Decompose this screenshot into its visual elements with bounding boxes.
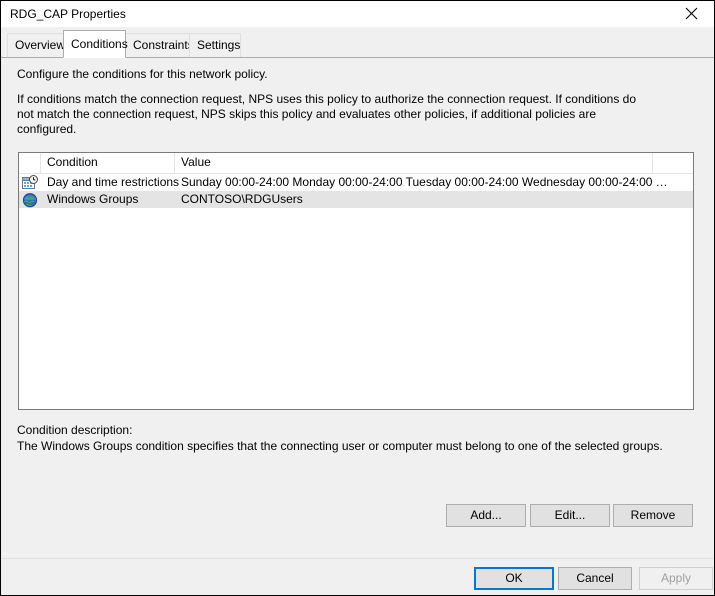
tab-overview[interactable]: Overview xyxy=(7,33,65,58)
column-header-condition[interactable]: Condition xyxy=(41,153,175,173)
intro-heading: Configure the conditions for this networ… xyxy=(17,67,268,81)
add-button[interactable]: Add... xyxy=(446,504,526,527)
edit-button[interactable]: Edit... xyxy=(530,504,610,527)
tab-strip: Overview Conditions Constraints Settings xyxy=(1,27,714,58)
properties-dialog: RDG_CAP Properties Overview Conditions C… xyxy=(0,0,715,596)
remove-button[interactable]: Remove xyxy=(613,504,693,527)
conditions-list[interactable]: Condition Value Day and time restriction… xyxy=(18,152,694,410)
list-header-row: Condition Value xyxy=(19,153,693,174)
column-header-filler[interactable] xyxy=(653,153,693,173)
window-title: RDG_CAP Properties xyxy=(10,7,126,21)
column-header-value[interactable]: Value xyxy=(175,153,653,173)
close-glyph xyxy=(685,7,698,20)
close-icon[interactable] xyxy=(669,1,714,26)
tab-constraints[interactable]: Constraints xyxy=(125,33,194,58)
calendar-clock-icon xyxy=(22,175,38,191)
conditions-tab-page: Configure the conditions for this networ… xyxy=(1,57,714,558)
row-value: Sunday 00:00-24:00 Monday 00:00-24:00 Tu… xyxy=(181,175,671,189)
list-rows: Day and time restrictions Sunday 00:00-2… xyxy=(19,174,693,208)
table-row[interactable]: Windows Groups CONTOSO\RDGUsers xyxy=(19,191,693,208)
condition-description-text: The Windows Groups condition specifies t… xyxy=(17,439,663,453)
intro-paragraph: If conditions match the connection reque… xyxy=(17,92,640,136)
table-row[interactable]: Day and time restrictions Sunday 00:00-2… xyxy=(19,174,693,191)
windows-groups-globe-icon xyxy=(22,192,38,208)
row-condition: Day and time restrictions xyxy=(47,175,180,189)
apply-button: Apply xyxy=(639,567,713,590)
ok-button[interactable]: OK xyxy=(474,567,554,590)
tab-settings[interactable]: Settings xyxy=(189,33,241,58)
condition-description-label: Condition description: xyxy=(17,423,133,437)
tab-conditions[interactable]: Conditions xyxy=(63,30,128,58)
cancel-button[interactable]: Cancel xyxy=(558,567,632,590)
column-header-icon[interactable] xyxy=(19,153,41,173)
row-condition: Windows Groups xyxy=(47,192,139,206)
title-bar: RDG_CAP Properties xyxy=(1,1,714,28)
dialog-footer: OK Cancel Apply xyxy=(1,558,714,595)
row-value: CONTOSO\RDGUsers xyxy=(181,192,303,206)
